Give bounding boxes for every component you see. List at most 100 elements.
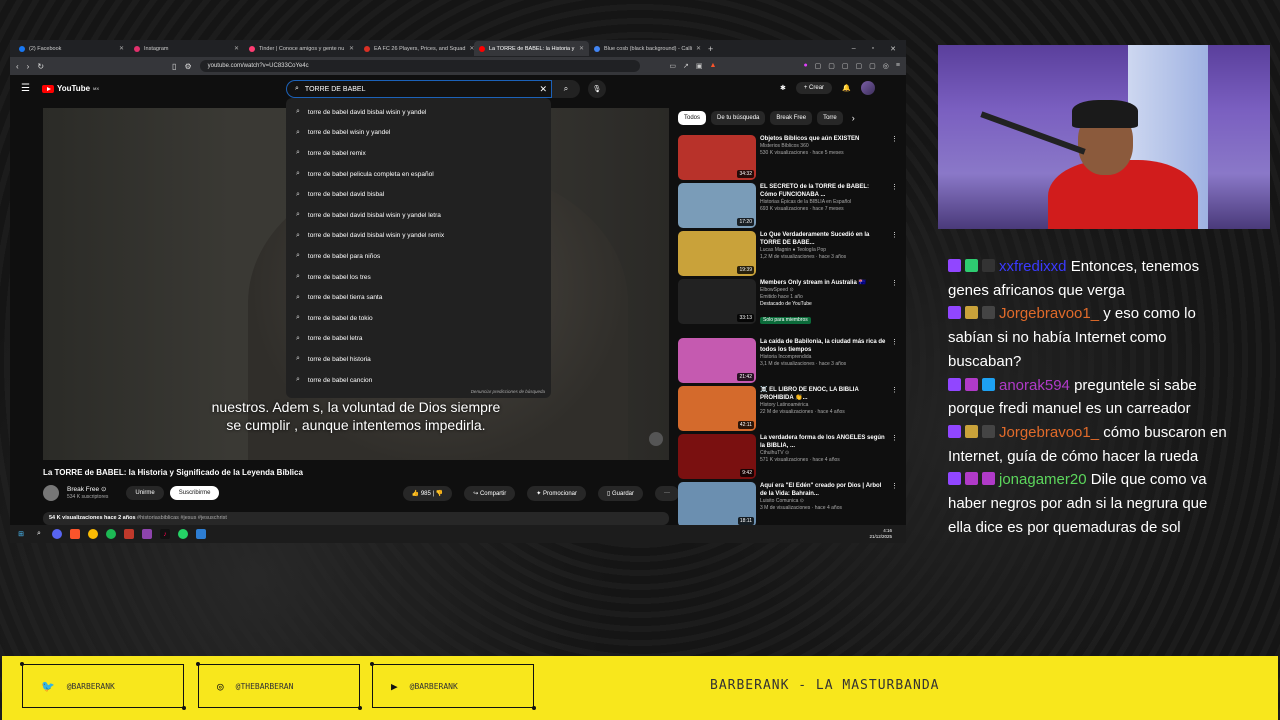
subscribe-button[interactable]: Suscribirme bbox=[169, 486, 220, 500]
app-icon[interactable] bbox=[142, 529, 152, 539]
share-icon[interactable]: ↗ bbox=[683, 62, 689, 70]
forward-icon[interactable]: › bbox=[27, 62, 30, 71]
youtube-logo[interactable]: YouTube MX bbox=[42, 84, 99, 93]
chip-torre[interactable]: Torre bbox=[817, 111, 843, 125]
browser-tab[interactable]: Blue cosb (black background) - Calli ✕ bbox=[589, 41, 704, 56]
video-thumbnail[interactable]: 17:20 bbox=[678, 183, 756, 228]
create-button[interactable]: + Crear bbox=[795, 82, 833, 94]
close-tab-icon[interactable]: ✕ bbox=[579, 45, 584, 52]
windows-start-icon[interactable]: ⊞ bbox=[16, 529, 26, 539]
kebab-menu-icon[interactable]: ⋮ bbox=[891, 338, 898, 383]
settings-icon[interactable]: ✱ bbox=[780, 84, 786, 92]
search-button[interactable]: ⌕ bbox=[552, 80, 580, 98]
kebab-menu-icon[interactable]: ⋮ bbox=[891, 231, 898, 276]
tiktok-icon[interactable]: ♪ bbox=[160, 529, 170, 539]
new-tab-button[interactable]: + bbox=[704, 44, 717, 54]
minimize-icon[interactable]: – bbox=[852, 45, 856, 53]
app-icon[interactable] bbox=[196, 529, 206, 539]
cast-icon[interactable]: ▭ bbox=[669, 62, 676, 70]
promote-button[interactable]: ✦ Promocionar bbox=[527, 485, 586, 501]
search-input[interactable]: ⌕ TORRE DE BABEL ✕ bbox=[286, 80, 552, 98]
related-video[interactable]: 21:42 La caída de Babilonia, la ciudad m… bbox=[678, 338, 898, 383]
copy-icon[interactable]: ▣ bbox=[696, 62, 703, 70]
kebab-menu-icon[interactable]: ⋮ bbox=[891, 135, 898, 180]
kebab-menu-icon[interactable]: ⋮ bbox=[891, 386, 898, 431]
video-thumbnail[interactable]: 9:42 bbox=[678, 434, 756, 479]
save-button[interactable]: ▯ Guardar bbox=[598, 485, 643, 501]
chip-all[interactable]: Todos bbox=[678, 111, 707, 125]
maximize-icon[interactable]: ▫ bbox=[872, 45, 874, 53]
chevron-right-icon[interactable]: › bbox=[852, 113, 855, 123]
extension-icon[interactable]: ▢ bbox=[815, 62, 822, 70]
hamburger-menu-icon[interactable]: ☰ bbox=[21, 83, 30, 94]
close-tab-icon[interactable]: ✕ bbox=[349, 45, 354, 52]
more-options-button[interactable]: ··· bbox=[655, 485, 679, 501]
browser-tab[interactable]: EA FC 26 Players, Prices, and Squad ✕ bbox=[359, 41, 474, 56]
notifications-icon[interactable]: 🔔 bbox=[842, 84, 851, 92]
whatsapp-icon[interactable] bbox=[178, 529, 188, 539]
suggestion-item[interactable]: ⌕ torre de babel cancion bbox=[286, 370, 551, 391]
menu-icon[interactable]: ≡ bbox=[896, 62, 900, 70]
suggestion-item[interactable]: ⌕ torre de babel tierra santa bbox=[286, 287, 551, 308]
search-icon[interactable]: ⌕ bbox=[34, 529, 44, 539]
chip-from-search[interactable]: De tu búsqueda bbox=[711, 111, 766, 125]
kebab-menu-icon[interactable]: ⋮ bbox=[891, 482, 898, 527]
related-video[interactable]: 42:11 ☠️ EL LIBRO DE ENOC, LA BIBLIA PRO… bbox=[678, 386, 898, 431]
taskbar-clock[interactable]: 4:16 21/12/2025 bbox=[869, 528, 892, 540]
voice-search-button[interactable]: 🎙 bbox=[588, 80, 606, 98]
suggestion-item[interactable]: ⌕ torre de babel david bisbal bbox=[286, 184, 551, 205]
wallet-icon[interactable]: ◎ bbox=[883, 62, 889, 70]
description-box[interactable]: 54 K visualizaciones hace 2 años #histor… bbox=[43, 512, 669, 525]
video-thumbnail[interactable]: 19:39 bbox=[678, 231, 756, 276]
close-tab-icon[interactable]: ✕ bbox=[119, 45, 124, 52]
related-video[interactable]: 19:39 Lo Que Verdaderamente Sucedió en l… bbox=[678, 231, 898, 276]
thumbs-down-icon[interactable]: 👎 bbox=[436, 491, 443, 497]
site-info-icon[interactable]: ⚙ bbox=[184, 62, 191, 71]
video-thumbnail[interactable]: 42:11 bbox=[678, 386, 756, 431]
related-video[interactable]: 9:42 La verdadera forma de los ÁNGELES s… bbox=[678, 434, 898, 479]
suggestion-item[interactable]: ⌕ torre de babel wisin y yandel bbox=[286, 123, 551, 144]
related-video[interactable]: 34:32 Objetos Bíblicos que aún EXISTEN Mi… bbox=[678, 135, 898, 180]
avatar[interactable] bbox=[860, 81, 875, 95]
close-tab-icon[interactable]: ✕ bbox=[696, 45, 701, 52]
browser-tab[interactable]: (2) Facebook ✕ bbox=[14, 41, 129, 56]
browser-tab-active[interactable]: La TORRE de BABEL: la Historia y ✕ bbox=[474, 41, 589, 56]
reload-icon[interactable]: ↻ bbox=[37, 62, 44, 71]
clear-search-icon[interactable]: ✕ bbox=[539, 84, 547, 95]
extension-icon[interactable]: ▢ bbox=[828, 62, 835, 70]
suggestion-item[interactable]: ⌕ torre de babel remix bbox=[286, 143, 551, 164]
spotify-icon[interactable] bbox=[106, 529, 116, 539]
share-button[interactable]: ↪ Compartir bbox=[464, 485, 516, 501]
extension-icon[interactable]: ▢ bbox=[856, 62, 863, 70]
channel-avatar[interactable] bbox=[43, 485, 59, 501]
suggestion-item[interactable]: ⌕ torre de babel de tokio bbox=[286, 308, 551, 329]
extension-icon[interactable]: ● bbox=[803, 62, 807, 70]
channel-watermark-icon[interactable] bbox=[649, 432, 663, 446]
kebab-menu-icon[interactable]: ⋮ bbox=[891, 183, 898, 228]
suggestion-item[interactable]: ⌕ torre de babel historia bbox=[286, 349, 551, 370]
video-thumbnail[interactable]: 18:11 bbox=[678, 482, 756, 527]
report-predictions-link[interactable]: Denunciar predicciones de búsqueda bbox=[471, 389, 545, 394]
video-thumbnail[interactable]: 34:32 bbox=[678, 135, 756, 180]
close-tab-icon[interactable]: ✕ bbox=[234, 45, 239, 52]
url-field[interactable]: youtube.com/watch?v=UC833CoYe4c bbox=[199, 60, 640, 72]
extension-icon[interactable]: ▢ bbox=[842, 62, 849, 70]
kebab-menu-icon[interactable]: ⋮ bbox=[891, 434, 898, 479]
extension-icon[interactable]: ▢ bbox=[869, 62, 876, 70]
suggestion-item[interactable]: ⌕ torre de babel david bisbal wisin y yan… bbox=[286, 102, 551, 123]
related-video[interactable]: 33:13 Members Only stream in Australia 🇦… bbox=[678, 279, 898, 334]
channel-name[interactable]: Break Free ⊙ bbox=[67, 486, 108, 494]
chrome-icon[interactable] bbox=[88, 529, 98, 539]
like-button[interactable]: 👍 985 | 👎 bbox=[402, 485, 453, 501]
suggestion-item[interactable]: ⌕ torre de babel para niños bbox=[286, 246, 551, 267]
related-video[interactable]: 17:20 EL SECRETO de la TORRE de BABEL: C… bbox=[678, 183, 898, 228]
suggestion-item[interactable]: ⌕ torre de babel david bisbal wisin y yan… bbox=[286, 205, 551, 226]
discord-icon[interactable] bbox=[52, 529, 62, 539]
suggestion-item[interactable]: ⌕ torre de babel letra bbox=[286, 329, 551, 350]
related-video[interactable]: 18:11 Aquí era "El Edén" creado por Dios… bbox=[678, 482, 898, 527]
browser-tab[interactable]: Instagram ✕ bbox=[129, 41, 244, 56]
chip-break-free[interactable]: Break Free bbox=[770, 111, 813, 125]
back-icon[interactable]: ‹ bbox=[16, 62, 19, 71]
suggestion-item[interactable]: ⌕ torre de babel los tres bbox=[286, 267, 551, 288]
video-thumbnail[interactable]: 21:42 bbox=[678, 338, 756, 383]
